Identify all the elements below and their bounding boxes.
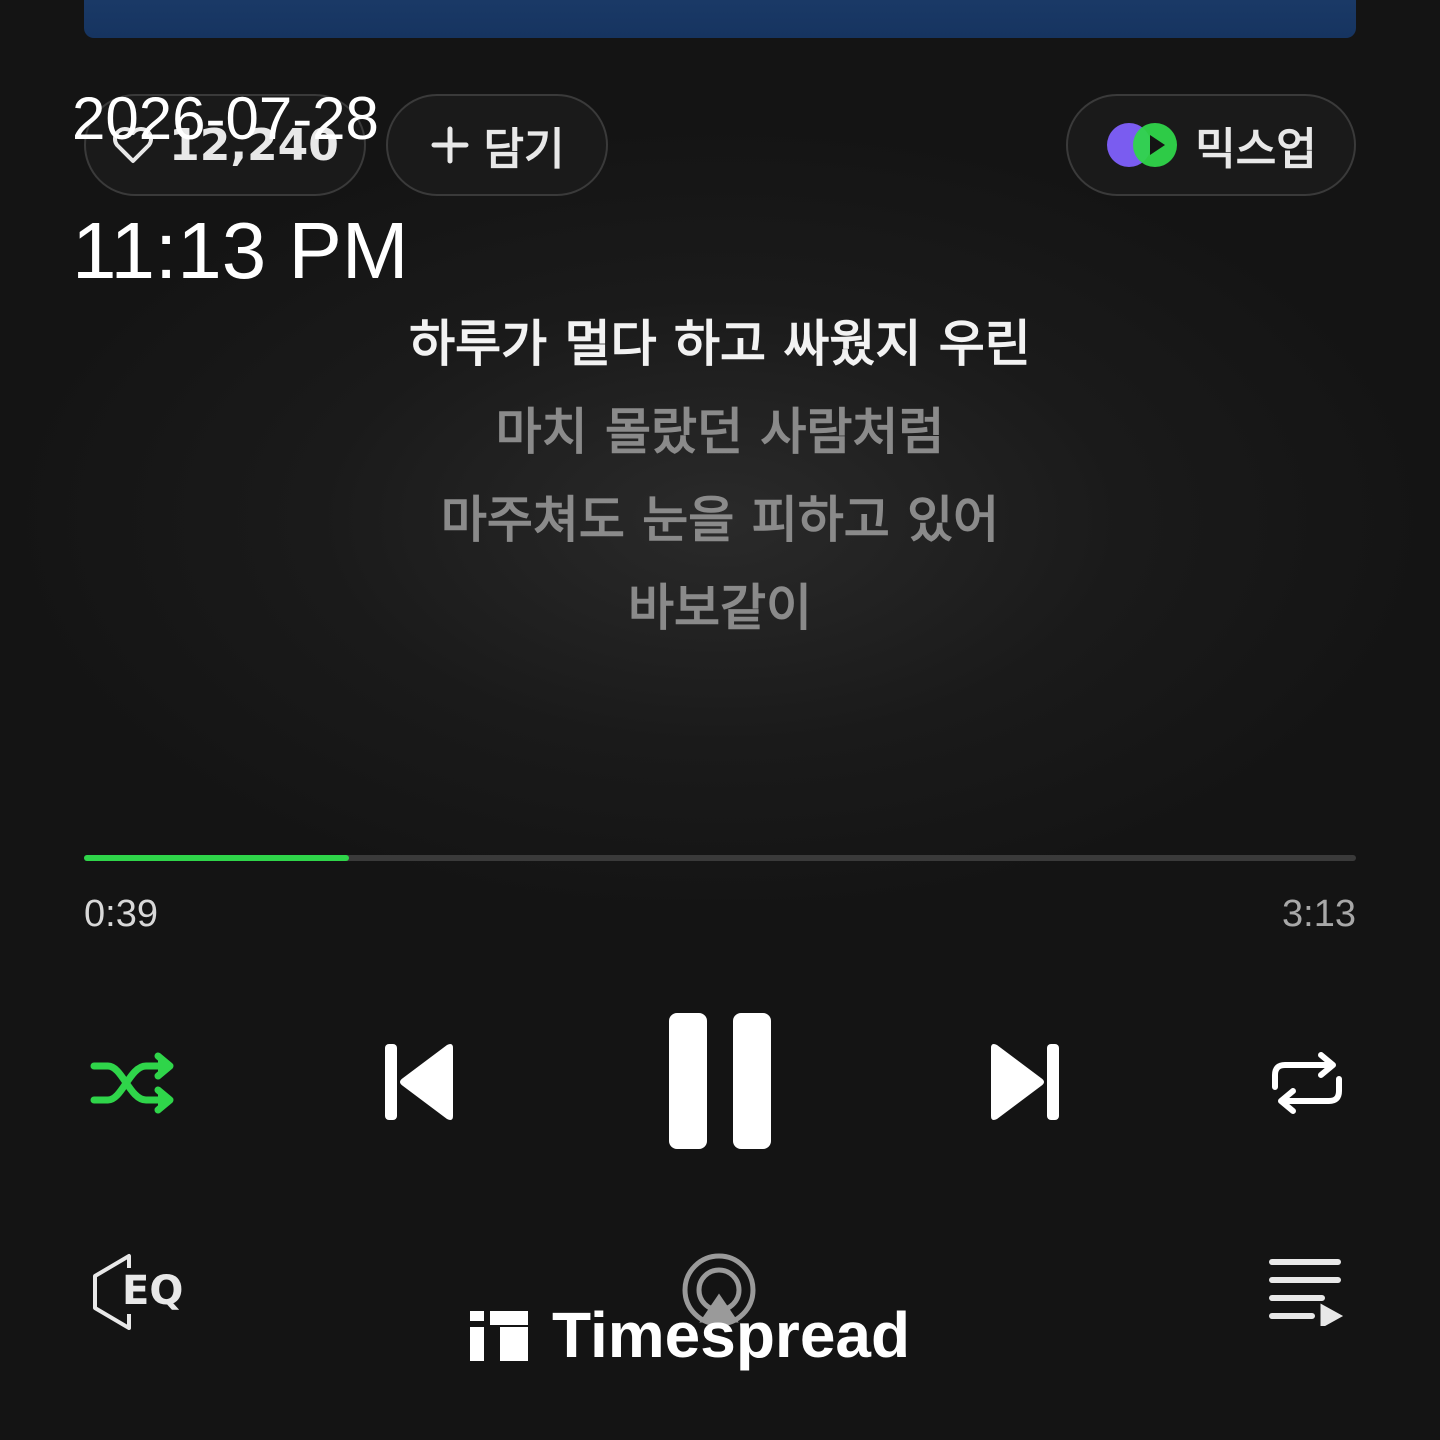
overlay-time: 11:13 PM	[72, 206, 409, 295]
queue-icon	[1266, 1254, 1346, 1330]
elapsed-time: 0:39	[84, 893, 158, 935]
watermark-text: Timespread	[552, 1299, 911, 1371]
queue-button[interactable]	[1266, 1252, 1346, 1332]
mixup-label: 믹스업	[1195, 124, 1317, 175]
previous-button[interactable]	[372, 1034, 462, 1134]
total-time: 3:13	[1282, 893, 1356, 935]
previous-icon	[379, 1040, 455, 1128]
lyric-line: 바보같이	[628, 579, 812, 637]
progress-bar[interactable]	[84, 855, 1356, 861]
pause-button[interactable]	[662, 1008, 778, 1158]
mixup-icon	[1105, 121, 1181, 169]
progress-fill	[84, 855, 349, 861]
lyric-line: 마주쳐도 눈을 피하고 있어	[440, 491, 1000, 549]
add-label: 담기	[483, 124, 565, 175]
lyric-line: 마치 몰랐던 사람처럼	[495, 403, 945, 461]
watermark: Timespread	[470, 1299, 911, 1371]
next-icon	[989, 1040, 1065, 1128]
plus-icon	[430, 125, 470, 165]
eq-label: EQ	[120, 1268, 186, 1314]
shuffle-icon	[90, 1050, 176, 1120]
pause-icon	[665, 1009, 775, 1157]
mixup-button[interactable]: 믹스업	[1066, 94, 1356, 196]
next-button[interactable]	[982, 1034, 1072, 1134]
eq-button[interactable]: EQ	[82, 1252, 192, 1336]
lyric-line-current: 하루가 멀다 하고 싸웠지 우린	[409, 315, 1031, 373]
repeat-icon	[1267, 1047, 1347, 1123]
repeat-button[interactable]	[1262, 1040, 1352, 1130]
album-art[interactable]	[84, 0, 1356, 38]
timespread-logo-icon	[470, 1307, 528, 1363]
shuffle-button[interactable]	[88, 1040, 178, 1130]
lyrics-panel[interactable]: 하루가 멀다 하고 싸웠지 우린 마치 몰랐던 사람처럼 마주쳐도 눈을 피하고…	[0, 300, 1440, 652]
overlay-date: 2026-07-28	[72, 85, 379, 152]
add-to-playlist-button[interactable]: 담기	[386, 94, 608, 196]
